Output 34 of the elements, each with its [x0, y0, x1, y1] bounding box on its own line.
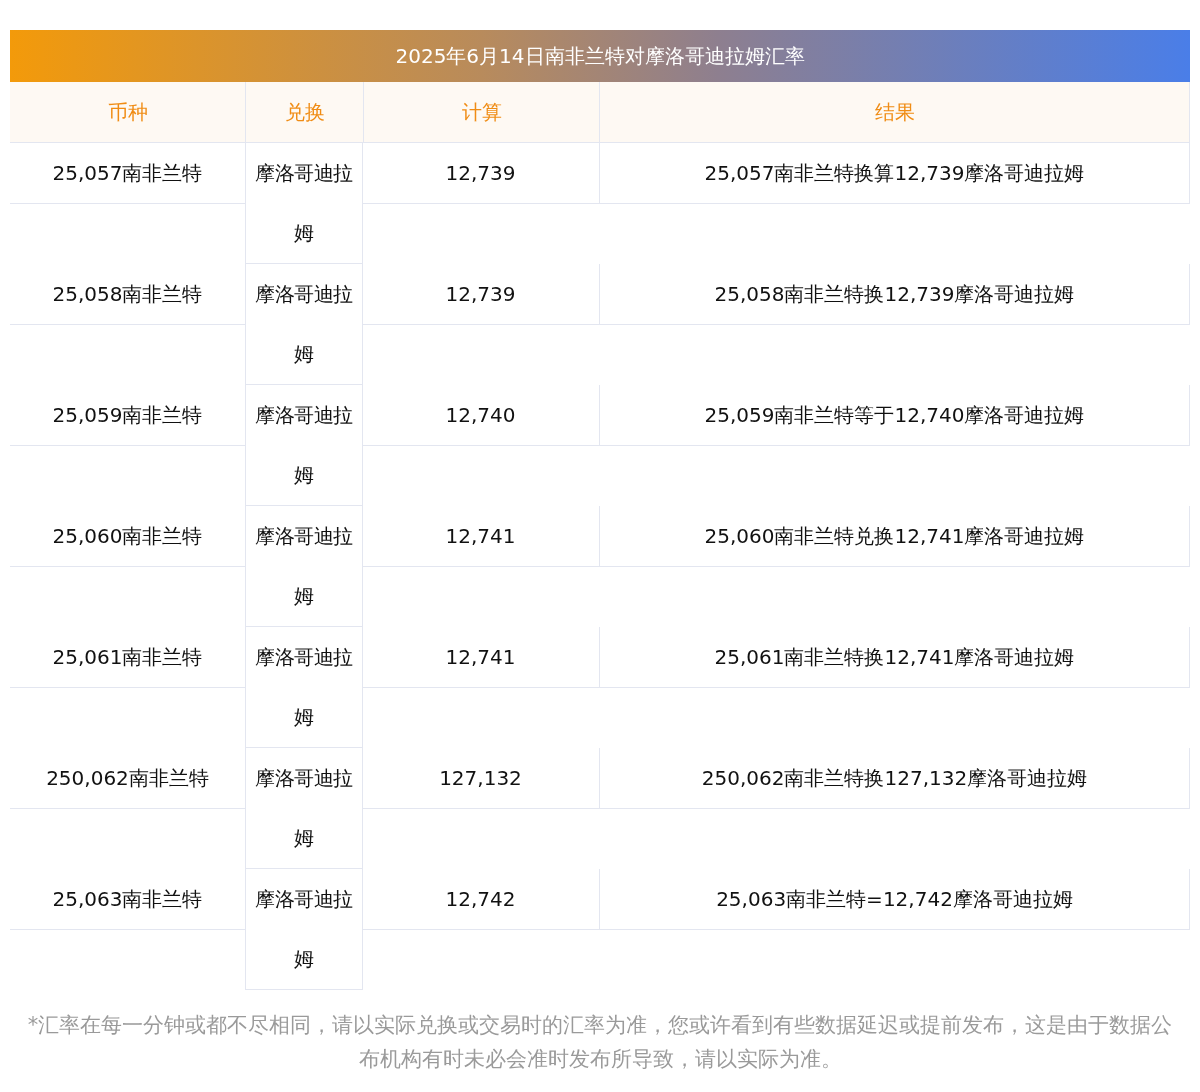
- table-cell: 12,740: [362, 385, 599, 446]
- table-cell: 25,057南非兰特: [10, 143, 245, 204]
- table-cell: 25,060南非兰特兑换12,741摩洛哥迪拉姆: [599, 506, 1190, 567]
- table-cell: 摩洛哥迪拉姆: [245, 506, 363, 627]
- table-cell: 摩洛哥迪拉姆: [245, 748, 363, 869]
- column-header: 计算: [363, 82, 599, 142]
- table-cell: 25,058南非兰特换12,739摩洛哥迪拉姆: [599, 264, 1190, 325]
- table-cell: 25,058南非兰特: [10, 264, 245, 325]
- table-cell: 25,063南非兰特=12,742摩洛哥迪拉姆: [599, 869, 1190, 930]
- table-cell: 12,741: [362, 506, 599, 567]
- table-cell: 250,062南非兰特: [10, 748, 245, 809]
- column-header: 兑换: [245, 82, 363, 142]
- column-header: 结果: [599, 82, 1190, 142]
- table-cell: 摩洛哥迪拉姆: [245, 869, 363, 990]
- table-cell: 250,062南非兰特换127,132摩洛哥迪拉姆: [599, 748, 1190, 809]
- table-cell: 25,061南非兰特换12,741摩洛哥迪拉姆: [599, 627, 1190, 688]
- table-cell: 12,739: [362, 143, 599, 204]
- table-cell: 25,059南非兰特等于12,740摩洛哥迪拉姆: [599, 385, 1190, 446]
- table-cell: 127,132: [362, 748, 599, 809]
- table-cell: 12,741: [362, 627, 599, 688]
- table-cell: 25,060南非兰特: [10, 506, 245, 567]
- column-header: 币种: [106, 99, 149, 126]
- table-cell: 摩洛哥迪拉姆: [245, 627, 363, 748]
- table-cell: 25,057南非兰特换算12,739摩洛哥迪拉姆: [599, 143, 1190, 204]
- table-cell: 摩洛哥迪拉姆: [245, 264, 363, 385]
- table-cell: 25,059南非兰特: [10, 385, 245, 446]
- table-cell: 25,063南非兰特: [10, 869, 245, 930]
- table-cell: 摩洛哥迪拉姆: [245, 143, 363, 264]
- table-title: 2025年6月14日南非兰特对摩洛哥迪拉姆汇率: [10, 30, 1190, 82]
- table-cell: 摩洛哥迪拉姆: [245, 385, 363, 506]
- table-cell: 12,739: [362, 264, 599, 325]
- table-cell: 12,742: [362, 869, 599, 930]
- table-cell: 25,061南非兰特: [10, 627, 245, 688]
- disclaimer-note: *汇率在每一分钟或都不尽相同，请以实际兑换或交易时的汇率为准，您或许看到有些数据延迟或提前发布，这是由于数据公布机构有时未必会准时发布所导致，请以实际为准。: [26, 1012, 1174, 1073]
